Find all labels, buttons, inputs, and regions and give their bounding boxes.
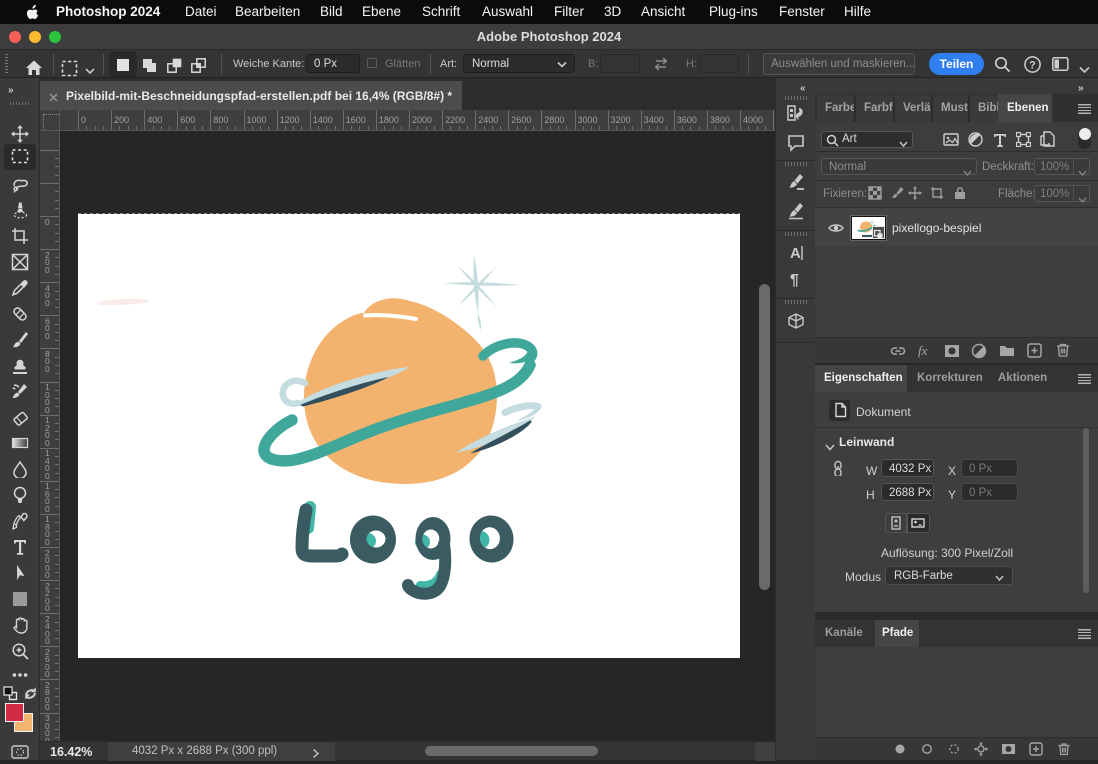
svg-text:fx: fx [918, 343, 928, 358]
svg-text:A: A [790, 245, 801, 262]
svg-text:?: ? [1029, 60, 1036, 72]
svg-text:¶: ¶ [790, 272, 799, 288]
